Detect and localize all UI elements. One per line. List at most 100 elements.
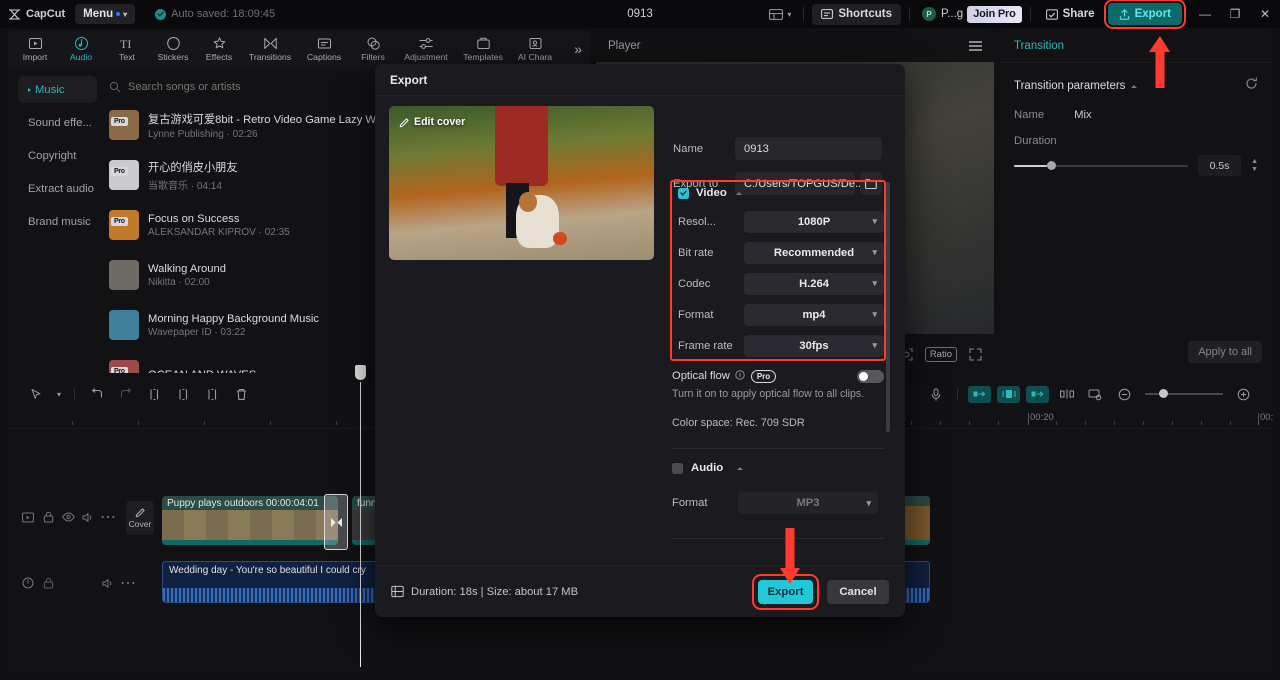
framerate-select[interactable]: 30fps ▾ <box>744 334 884 357</box>
preview-render-button[interactable] <box>1081 379 1110 409</box>
tool-dropdown-button[interactable]: ▾ <box>51 379 67 409</box>
transition-panel: Transition Transition parameters Name Mi… <box>1000 30 1272 373</box>
caret-up-icon[interactable] <box>737 466 744 470</box>
auto-fit-button[interactable] <box>965 379 994 409</box>
cover-preview[interactable]: Edit cover <box>389 106 654 260</box>
dialog-scrollbar[interactable] <box>886 182 890 432</box>
cancel-button[interactable]: Cancel <box>827 579 889 604</box>
tab-effects[interactable]: Effects <box>196 30 242 68</box>
resolution-select[interactable]: 1080P ▾ <box>744 210 884 233</box>
tab-audio[interactable]: Audio <box>58 30 104 68</box>
audio-checkbox[interactable] <box>672 462 683 474</box>
tab-transitions[interactable]: Transitions <box>242 30 298 68</box>
sidebar-item-music[interactable]: Music <box>18 76 97 103</box>
menu-button[interactable]: Menu ▾ <box>75 4 136 24</box>
more-options-icon[interactable]: ⋯ <box>118 573 138 593</box>
render-preview-icon <box>1088 389 1102 400</box>
zoom-out-button[interactable] <box>1110 379 1139 409</box>
tab-templates[interactable]: Templates <box>456 30 510 68</box>
redo-icon <box>120 387 131 397</box>
zoom-out-icon <box>1118 388 1131 400</box>
visibility-icon[interactable] <box>58 507 78 527</box>
duration-stepper[interactable]: ▲ ▼ <box>1251 158 1258 173</box>
fit-right-button[interactable] <box>1023 379 1052 409</box>
tab-ai-character[interactable]: AI Chara <box>510 30 560 68</box>
maximize-button[interactable]: ❐ <box>1220 0 1250 28</box>
sidebar-item-extract-audio[interactable]: Extract audio <box>18 175 97 202</box>
tab-filters[interactable]: Filters <box>350 30 396 68</box>
more-options-icon[interactable]: ⋯ <box>98 507 118 527</box>
minimize-button[interactable]: — <box>1190 0 1220 28</box>
edit-cover-label: Edit cover <box>414 116 466 128</box>
transition-handle[interactable] <box>324 494 348 550</box>
ratio-button[interactable]: Ratio <box>924 346 957 362</box>
export-button-highlight: Export <box>1103 0 1187 29</box>
lock-icon[interactable] <box>38 573 58 593</box>
cover-button[interactable]: Cover <box>126 501 154 535</box>
export-button[interactable]: Export <box>1107 3 1182 25</box>
close-button[interactable]: ✕ <box>1250 0 1280 28</box>
edit-pencil-icon <box>135 508 145 518</box>
tab-label: Import <box>22 52 48 62</box>
duration-slider[interactable] <box>1014 160 1189 170</box>
sidebar-item-brand-music[interactable]: Brand music <box>18 208 97 235</box>
adapt-button[interactable] <box>994 379 1023 409</box>
record-voiceover-button[interactable] <box>921 379 950 409</box>
optical-flow-toggle[interactable] <box>857 369 884 383</box>
video-clip[interactable]: Puppy plays outdoors 00:00:04:01 <box>162 496 338 545</box>
redo-button[interactable] <box>111 379 140 409</box>
share-button[interactable]: Share <box>1039 8 1102 20</box>
tab-stickers[interactable]: Stickers <box>150 30 196 68</box>
tab-import[interactable]: Import <box>12 30 58 68</box>
tab-adjustment[interactable]: Adjustment <box>396 30 456 68</box>
chevron-down-icon: ▾ <box>872 216 877 226</box>
zoom-slider[interactable] <box>1145 389 1223 398</box>
info-icon[interactable] <box>735 367 745 385</box>
reset-icon[interactable] <box>1245 77 1258 95</box>
profile-chip[interactable]: P P...g <box>918 7 967 21</box>
video-checkbox[interactable] <box>678 187 689 199</box>
format-select[interactable]: mp4 ▾ <box>744 303 884 326</box>
bitrate-select[interactable]: Recommended ▾ <box>744 241 884 264</box>
split-button[interactable] <box>140 379 169 409</box>
divider <box>803 7 805 21</box>
layout-switch-button[interactable]: ▾ <box>765 8 795 20</box>
track-title: 复古游戏可爱8bit - Retro Video Game Lazy W <box>148 113 376 126</box>
apply-to-all-button[interactable]: Apply to all <box>1188 341 1262 363</box>
sidebar-item-sound-effects[interactable]: Sound effe... <box>18 109 97 136</box>
name-input[interactable]: 0913 <box>735 137 882 160</box>
avatar: P <box>922 7 937 21</box>
mute-icon[interactable] <box>78 507 98 527</box>
playhead[interactable] <box>355 365 366 667</box>
lock-icon[interactable] <box>38 507 58 527</box>
mirror-button[interactable] <box>1052 379 1081 409</box>
playhead-handle[interactable] <box>355 365 366 380</box>
divider <box>957 387 958 401</box>
select-tool-button[interactable] <box>22 379 51 409</box>
edit-cover-button[interactable]: Edit cover <box>399 116 465 128</box>
codec-select[interactable]: H.264 ▾ <box>744 272 884 295</box>
undo-button[interactable] <box>82 379 111 409</box>
tab-label: Adjustment <box>404 52 448 62</box>
zoom-slider-knob[interactable] <box>1159 389 1169 398</box>
more-tabs-button[interactable]: » <box>574 41 586 57</box>
slider-knob[interactable] <box>1047 160 1057 170</box>
track-type-icon <box>18 507 38 527</box>
delete-button[interactable] <box>227 379 256 409</box>
caret-up-icon[interactable] <box>735 191 742 195</box>
trim-right-button[interactable] <box>198 379 227 409</box>
titlebar-actions: ▾ Shortcuts P P...g Join Pro Share Expor… <box>765 0 1280 29</box>
player-menu-icon[interactable] <box>969 41 982 51</box>
fullscreen-icon[interactable] <box>969 347 982 361</box>
trim-left-button[interactable] <box>169 379 198 409</box>
audio-format-select[interactable]: MP3 ▾ <box>738 492 878 514</box>
sidebar-item-copyright[interactable]: Copyright <box>18 142 97 169</box>
tab-text[interactable]: TI Text <box>104 30 150 68</box>
mute-icon[interactable] <box>98 573 118 593</box>
join-pro-button[interactable]: Join Pro <box>967 5 1022 23</box>
duration-value[interactable]: 0.5s <box>1198 155 1242 176</box>
zoom-in-button[interactable] <box>1229 379 1258 409</box>
shortcuts-button[interactable]: Shortcuts <box>812 3 902 25</box>
tab-captions[interactable]: Captions <box>298 30 350 68</box>
transition-parameters-header[interactable]: Transition parameters <box>1000 69 1272 103</box>
